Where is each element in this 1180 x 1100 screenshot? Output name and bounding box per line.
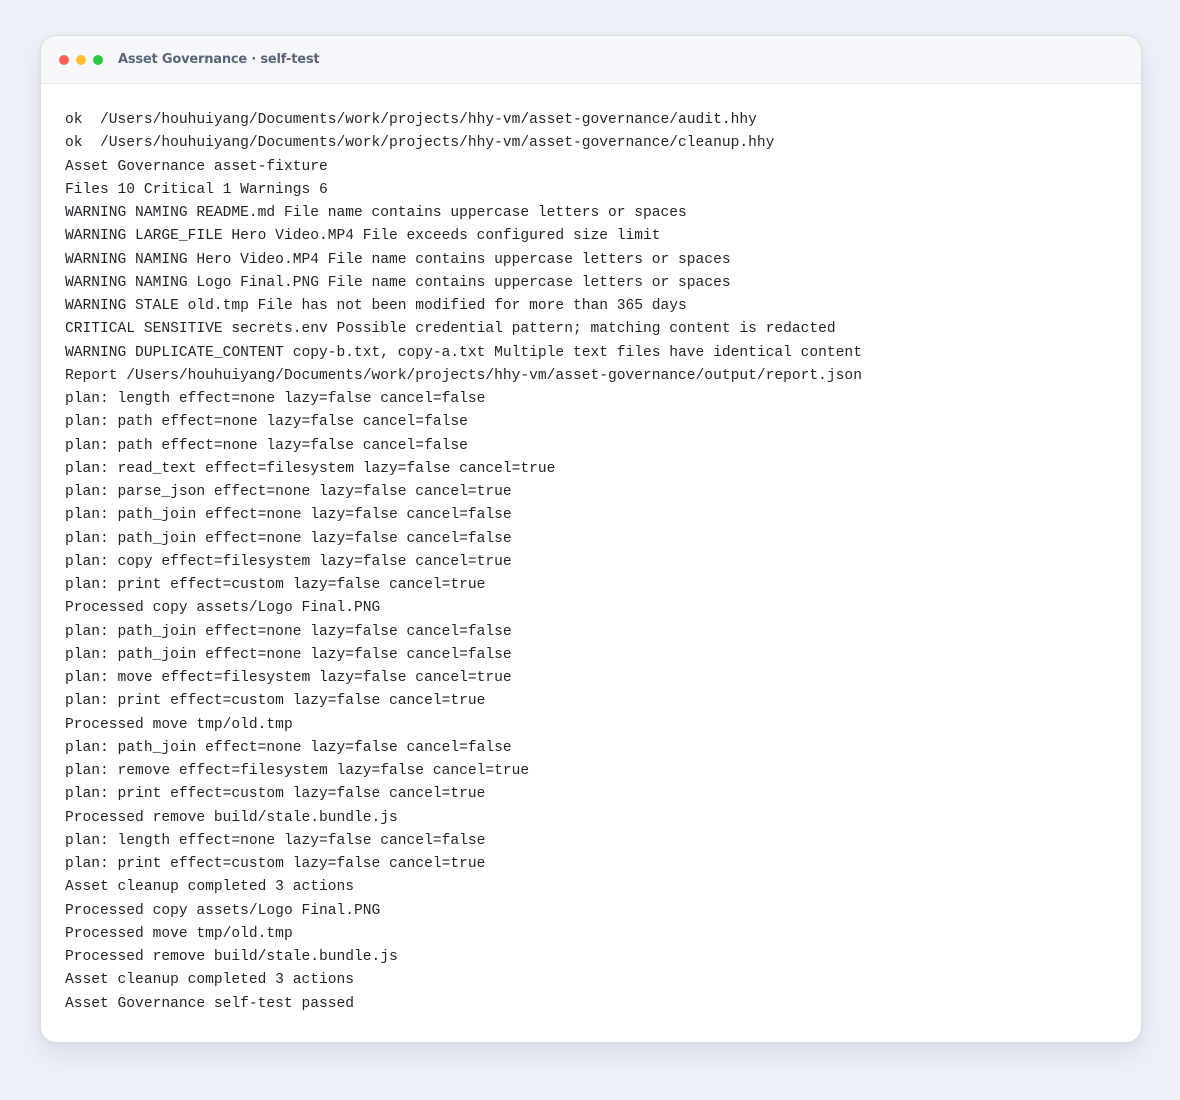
console-line: plan: path_join effect=none lazy=false c… [65,739,512,756]
terminal-window: Asset Governance · self-test ok /Users/h… [40,35,1142,1043]
console-line: plan: path_join effect=none lazy=false c… [65,507,512,524]
console-line: WARNING NAMING Hero Video.MP4 File name … [65,251,731,268]
console-line: plan: read_text effect=filesystem lazy=f… [65,460,556,477]
console-line: Asset Governance asset-fixture [65,158,328,175]
console-line: plan: path_join effect=none lazy=false c… [65,623,512,640]
console-line: Report /Users/houhuiyang/Documents/work/… [65,367,862,384]
console-line: plan: copy effect=filesystem lazy=false … [65,553,512,570]
console-line: WARNING STALE old.tmp File has not been … [65,298,687,314]
console-line: Processed remove build/stale.bundle.js [65,949,398,965]
console-line: plan: path effect=none lazy=false cancel… [65,437,468,454]
window-controls [59,54,103,65]
console-line: ok /Users/houhuiyang/Documents/work/proj… [65,112,757,128]
console-line: plan: remove effect=filesystem lazy=fals… [65,763,530,779]
window-title: Asset Governance · self-test [118,52,320,67]
console-line: plan: print effect=custom lazy=false can… [65,693,486,710]
console-line: ok /Users/houhuiyang/Documents/work/proj… [65,135,775,152]
console-line: WARNING NAMING Logo Final.PNG File name … [65,274,731,291]
minimize-icon[interactable] [76,54,86,65]
console-line: Files 10 Critical 1 Warnings 6 [65,181,328,198]
console-line: plan: print effect=custom lazy=false can… [65,786,486,803]
console-line: plan: path_join effect=none lazy=false c… [65,646,512,663]
console-line: Asset Governance self-test passed [65,995,355,1012]
console-line: plan: length effect=none lazy=false canc… [65,391,486,407]
console-line: Processed remove build/stale.bundle.js [65,809,398,826]
console-line: WARNING DUPLICATE_CONTENT copy-b.txt, co… [65,344,862,361]
console-line: Asset cleanup completed 3 actions [65,879,355,896]
console-line: Processed copy assets/Logo Final.PNG [65,600,381,617]
console-line: plan: length effect=none lazy=false canc… [65,832,486,849]
console-line: plan: move effect=filesystem lazy=false … [65,670,512,686]
console-line: WARNING NAMING README.md File name conta… [65,205,687,221]
console-line: Processed move tmp/old.tmp [65,716,293,733]
console-line: Processed move tmp/old.tmp [65,925,293,942]
console-line: plan: parse_json effect=none lazy=false … [65,484,512,500]
console-line: WARNING LARGE_FILE Hero Video.MP4 File e… [65,228,661,245]
console-line: plan: print effect=custom lazy=false can… [65,577,486,593]
console-line: Processed copy assets/Logo Final.PNG [65,902,381,919]
console-line: plan: path effect=none lazy=false cancel… [65,414,468,431]
zoom-icon[interactable] [93,54,103,65]
console-output: ok /Users/houhuiyang/Documents/work/proj… [41,84,1141,1016]
console-line: plan: path_join effect=none lazy=false c… [65,530,512,547]
console-line: CRITICAL SENSITIVE secrets.env Possible … [65,321,836,338]
close-icon[interactable] [59,54,69,65]
window-titlebar: Asset Governance · self-test [41,36,1141,84]
console-line: Asset cleanup completed 3 actions [65,972,355,989]
console-line: plan: print effect=custom lazy=false can… [65,856,486,872]
